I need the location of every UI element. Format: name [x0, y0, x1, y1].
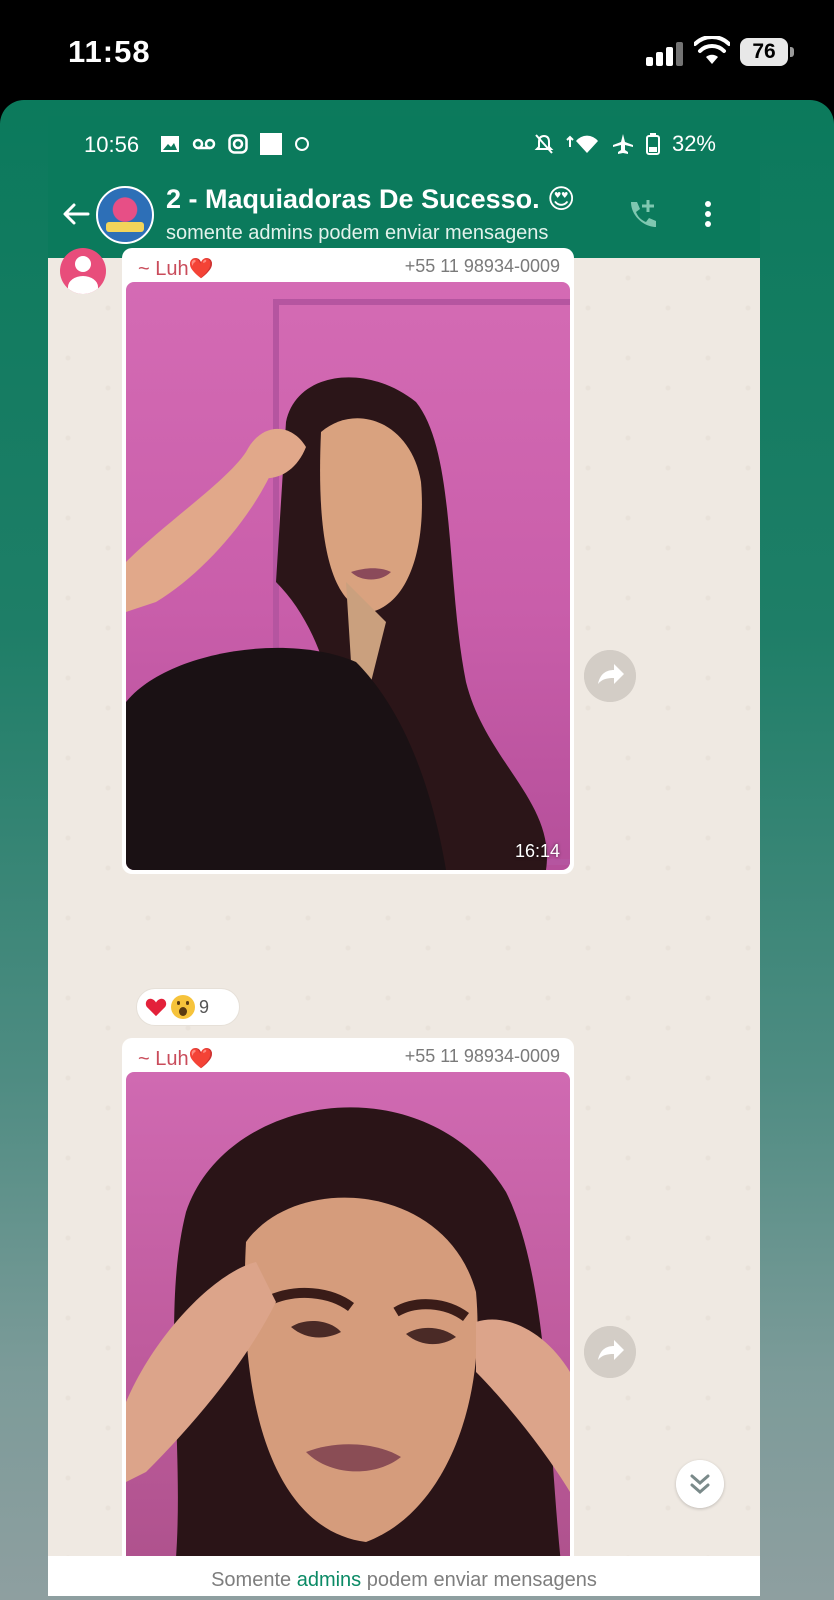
sender-name[interactable]: ~ Luh❤️: [138, 1046, 214, 1071]
makeup-photo[interactable]: 16:14: [126, 282, 570, 870]
group-avatar[interactable]: [96, 186, 154, 244]
chat-header: 2 - Maquiadoras De Sucesso. 😍 somente ad…: [48, 172, 760, 258]
admins-only-footer: Somente admins podem enviar mensagens: [48, 1556, 760, 1596]
reaction-count: 9: [199, 996, 210, 1017]
ios-clock: 11:58: [68, 34, 151, 69]
sender-phone: +55 11 98934-0009: [404, 256, 560, 276]
cellular-signal-icon: [646, 40, 686, 66]
ios-status-bar: 11:58 76: [0, 0, 834, 100]
footer-suffix: podem enviar mensagens: [361, 1569, 597, 1591]
android-clock: 10:56: [84, 132, 140, 157]
forward-icon[interactable]: [584, 1326, 636, 1378]
more-options-icon[interactable]: [696, 198, 720, 234]
wow-reaction-icon: [171, 995, 195, 1019]
message-time: 16:14: [514, 841, 560, 861]
photo-illustration: [126, 299, 570, 870]
system-icons: 32%: [534, 131, 716, 156]
chat-area[interactable]: ~ Luh❤️ +55 11 98934-0009 16:14 9 ~ Luh❤…: [48, 248, 760, 1596]
group-subtitle: somente admins podem enviar mensagens: [166, 222, 549, 244]
footer-prefix: Somente: [211, 1569, 297, 1591]
android-screen: 10:56 32% 2 - Maquiadoras De Sucesso. 😍: [48, 116, 760, 1596]
wifi-icon: [694, 36, 730, 64]
android-status-bar: 10:56 32%: [48, 116, 760, 172]
notification-icons: [160, 132, 310, 156]
battery-percent: 32%: [671, 131, 716, 156]
airplane-mode-icon: [612, 134, 633, 154]
forward-icon[interactable]: [584, 650, 636, 702]
makeup-photo[interactable]: [126, 1072, 570, 1596]
sender-name[interactable]: ~ Luh❤️: [138, 256, 214, 281]
whatsapp-icon: [295, 137, 309, 151]
scroll-to-bottom-icon[interactable]: [676, 1460, 724, 1508]
image-message[interactable]: ~ Luh❤️ +55 11 98934-0009 16:14: [122, 248, 574, 874]
photo-illustration: [126, 1107, 570, 1596]
blank-notification-icon: [260, 133, 282, 155]
phone-battery-icon: [645, 133, 660, 155]
reactions-pill[interactable]: 9: [136, 988, 240, 1026]
screen-recording-frame: 10:56 32% 2 - Maquiadoras De Sucesso. 😍: [0, 100, 834, 1600]
back-arrow-icon[interactable]: [60, 198, 92, 230]
sender-phone: +55 11 98934-0009: [404, 1046, 560, 1066]
add-call-icon[interactable]: [624, 196, 660, 232]
gallery-icon: [161, 136, 179, 152]
sender-avatar[interactable]: [60, 248, 106, 294]
mute-icon: [534, 134, 554, 154]
admins-link[interactable]: admins: [297, 1569, 361, 1591]
image-message[interactable]: ~ Luh❤️ +55 11 98934-0009: [122, 1038, 574, 1596]
wifi-data-icon: [566, 135, 598, 153]
voicemail-icon: [192, 138, 216, 150]
heart-reaction-icon: [145, 998, 167, 1017]
instagram-icon: [228, 134, 248, 154]
group-title[interactable]: 2 - Maquiadoras De Sucesso. 😍: [166, 184, 575, 215]
battery-icon: 76: [740, 38, 794, 66]
